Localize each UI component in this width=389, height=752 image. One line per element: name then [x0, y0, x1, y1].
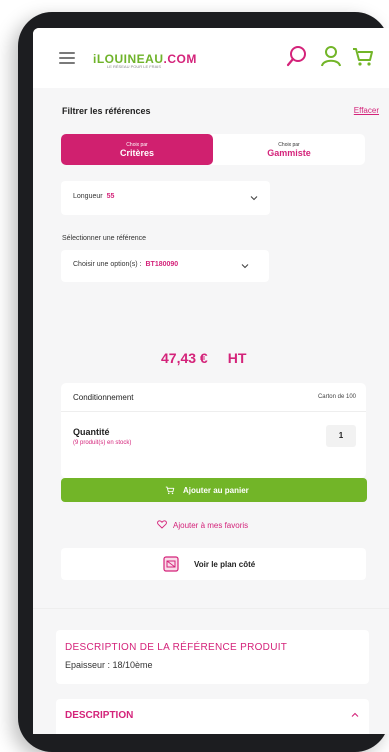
- description-title: DESCRIPTION: [65, 710, 134, 721]
- user-icon[interactable]: [319, 44, 343, 68]
- price: 47,43 € HT: [161, 350, 246, 366]
- cart-icon[interactable]: [351, 44, 375, 68]
- reference-label: Choisir une option(s) :: [73, 261, 142, 268]
- plan-icon: [163, 556, 179, 572]
- menu-icon[interactable]: [59, 52, 75, 64]
- packaging-label: Conditionnement: [73, 393, 134, 402]
- clear-filters-link[interactable]: Effacer: [354, 106, 379, 115]
- filter-header: Filtrer les références Effacer: [62, 106, 379, 122]
- add-favorite-label: Ajouter à mes favoris: [173, 521, 249, 530]
- view-plan-button[interactable]: Voir le plan côté: [61, 548, 366, 580]
- length-value: 55: [106, 193, 115, 200]
- quantity-label: Quantité: [73, 427, 110, 437]
- tab-range[interactable]: Choix par Gammiste: [213, 134, 365, 165]
- packaging-value: Carton de 100: [317, 394, 356, 400]
- tab-criteria-label: Critères: [119, 148, 155, 158]
- reference-title: Sélectionner une référence: [62, 235, 147, 242]
- cart-icon: [165, 485, 175, 495]
- price-tax: HT: [227, 350, 247, 366]
- quantity-input[interactable]: 1: [326, 425, 356, 447]
- chevron-down-icon: [241, 262, 249, 270]
- logo-suffix: .COM: [163, 52, 197, 66]
- add-to-cart-label: Ajouter au panier: [183, 486, 249, 495]
- price-amount: 47,43 €: [161, 350, 208, 366]
- add-to-cart-button[interactable]: Ajouter au panier: [61, 478, 367, 502]
- length-label: Longueur: [73, 193, 103, 200]
- chevron-down-icon: [250, 194, 258, 202]
- packaging-row: Conditionnement Carton de 100: [61, 383, 366, 412]
- filter-mode-toggle: Choix par Critères Choix par Gammiste: [61, 134, 365, 165]
- purchase-card: Conditionnement Carton de 100 Quantité (…: [61, 383, 366, 478]
- app-screen: iLOUINEAU.COM LE RÉSEAU POUR LE FRAIS Fi…: [33, 28, 389, 734]
- reference-description-title: DESCRIPTION DE LA RÉFÉRENCE PRODUIT: [65, 642, 288, 653]
- heart-icon: [157, 520, 167, 529]
- reference-select[interactable]: Choisir une option(s) : BT180090: [61, 250, 269, 282]
- chevron-up-icon[interactable]: [351, 711, 359, 719]
- description-accordion[interactable]: DESCRIPTION: [56, 699, 369, 734]
- add-favorite-link[interactable]: Ajouter à mes favoris: [157, 520, 248, 530]
- tab-range-label: Gammiste: [267, 148, 311, 158]
- tab-criteria[interactable]: Choix par Critères: [61, 134, 213, 165]
- logo[interactable]: iLOUINEAU.COM LE RÉSEAU POUR LE FRAIS: [93, 50, 197, 74]
- view-plan-label: Voir le plan côté: [194, 560, 256, 569]
- section-divider: [33, 608, 389, 609]
- reference-description-section: DESCRIPTION DE LA RÉFÉRENCE PRODUIT Epai…: [56, 630, 369, 684]
- stock-status: (9 produit(s) en stock): [73, 440, 132, 446]
- filter-title: Filtrer les références: [62, 106, 151, 116]
- length-select[interactable]: Longueur 55: [61, 181, 270, 215]
- reference-description-text: Epaisseur : 18/10ème: [65, 660, 153, 670]
- search-icon[interactable]: [285, 44, 309, 68]
- top-bar: iLOUINEAU.COM LE RÉSEAU POUR LE FRAIS: [33, 28, 389, 88]
- logo-tagline: LE RÉSEAU POUR LE FRAIS: [107, 64, 162, 69]
- reference-value: BT180090: [145, 261, 179, 268]
